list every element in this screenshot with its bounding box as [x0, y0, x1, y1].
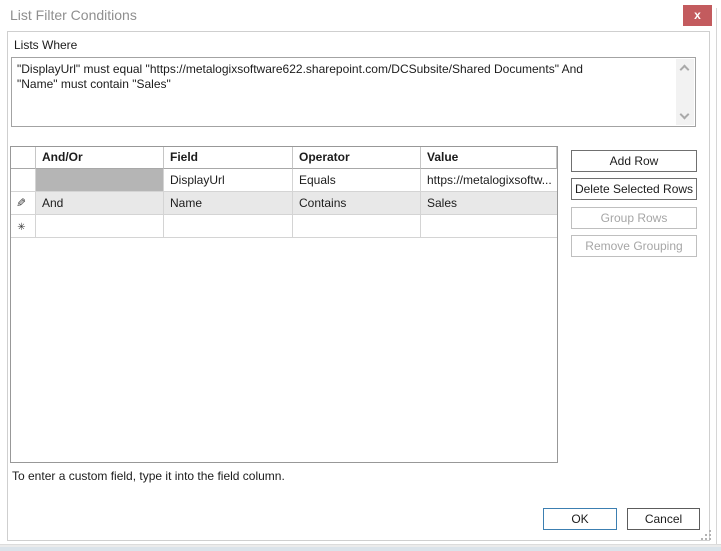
cell-operator-row2[interactable]: Contains [293, 192, 421, 215]
column-header-value[interactable]: Value [421, 147, 557, 169]
add-row-button[interactable]: Add Row [571, 150, 697, 172]
close-button[interactable]: x [683, 5, 712, 26]
cell-andor-row2[interactable]: And [36, 192, 164, 215]
filter-summary-line2: "Name" must contain "Sales" [17, 77, 669, 92]
row-selector-2[interactable]: ✎ [11, 192, 36, 215]
edit-pencil-icon: ✎ [16, 196, 26, 210]
row-selector-new[interactable]: ✳ [11, 215, 36, 238]
delete-selected-rows-button[interactable]: Delete Selected Rows [571, 178, 697, 200]
background-window-edge [716, 8, 717, 551]
filter-conditions-grid: And/Or Field Operator Value DisplayUrl E… [10, 146, 558, 463]
cell-andor-newrow[interactable] [36, 215, 164, 238]
window-title: List Filter Conditions [10, 7, 137, 23]
group-rows-button[interactable]: Group Rows [571, 207, 697, 229]
new-row-asterisk-icon: ✳ [17, 221, 25, 235]
close-icon: x [694, 8, 701, 22]
summary-scrollbar[interactable] [676, 59, 694, 125]
remove-grouping-button[interactable]: Remove Grouping [571, 235, 697, 257]
cell-field-newrow[interactable] [164, 215, 293, 238]
row-selector-1[interactable] [11, 169, 36, 192]
cell-value-newrow[interactable] [421, 215, 557, 238]
scroll-up-icon[interactable] [680, 65, 690, 75]
filter-summary-line1: "DisplayUrl" must equal "https://metalog… [17, 62, 669, 77]
cell-field-row2[interactable]: Name [164, 192, 293, 215]
cell-andor-row1[interactable] [36, 169, 164, 192]
filter-summary-textarea[interactable]: "DisplayUrl" must equal "https://metalog… [11, 57, 696, 127]
cancel-button[interactable]: Cancel [627, 508, 700, 530]
list-filter-conditions-dialog: List Filter Conditions x Lists Where "Di… [0, 0, 721, 551]
column-header-field[interactable]: Field [164, 147, 293, 169]
row-selector-header [11, 147, 36, 169]
cell-field-row1[interactable]: DisplayUrl [164, 169, 293, 192]
cell-operator-row1[interactable]: Equals [293, 169, 421, 192]
scroll-down-icon[interactable] [680, 110, 690, 120]
grid-header-row: And/Or Field Operator Value [11, 147, 557, 169]
grid-row-2: ✎ And Name Contains Sales [11, 192, 557, 215]
ok-button[interactable]: OK [543, 508, 617, 530]
grid-row-new: ✳ [11, 215, 557, 238]
lists-where-label: Lists Where [14, 38, 77, 52]
column-header-operator[interactable]: Operator [293, 147, 421, 169]
grid-row-1: DisplayUrl Equals https://metalogixsoftw… [11, 169, 557, 192]
column-header-andor[interactable]: And/Or [36, 147, 164, 169]
cell-value-row1[interactable]: https://metalogixsoftw... [421, 169, 557, 192]
resize-grip[interactable] [701, 530, 713, 542]
cell-operator-newrow[interactable] [293, 215, 421, 238]
background-strip-blue [0, 547, 721, 551]
cell-value-row2[interactable]: Sales [421, 192, 557, 215]
title-bar[interactable]: List Filter Conditions x [0, 0, 712, 31]
custom-field-hint: To enter a custom field, type it into th… [12, 469, 285, 483]
